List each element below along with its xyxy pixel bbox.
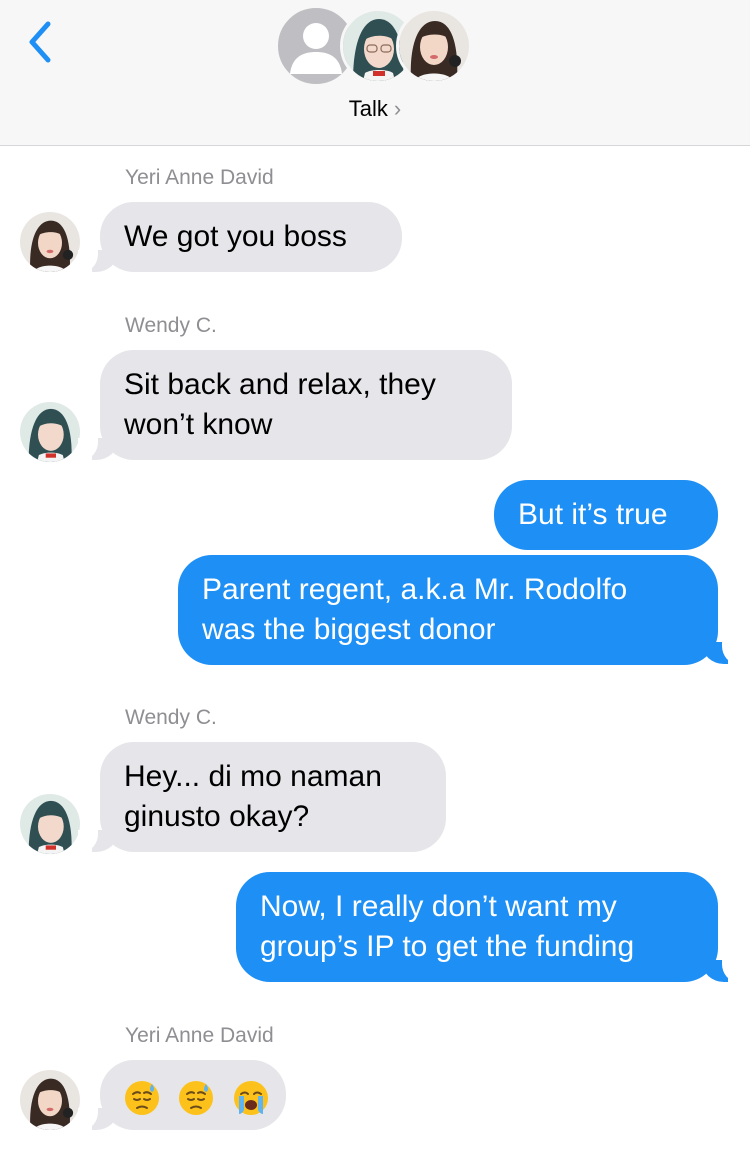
group-avatars[interactable] [276,6,476,88]
message-text-line: Parent regent, a.k.a Mr. Rodolfo [202,573,628,606]
incoming-message[interactable]: We got you boss [100,202,402,272]
avatar-yeri [20,1070,80,1130]
outgoing-message[interactable]: Parent regent, a.k.a Mr. Rodolfo was the… [178,555,718,665]
chevron-right-icon: › [393,96,402,121]
message-text-line: won’t know [124,408,273,441]
outgoing-message[interactable]: But it’s true [494,480,718,550]
message-text-line: group’s IP to get the funding [260,930,635,963]
sender-name: Wendy C. [125,314,217,337]
message-text: But it’s true [518,498,668,531]
incoming-message[interactable]: Sit back and relax, they won’t know [100,350,512,460]
sender-name: Yeri Anne David [125,1024,274,1047]
conversation-header: Talk › [0,0,750,146]
downcast-sweat-emoji-icon [179,1081,214,1116]
message-text-line: Now, I really don’t want my [260,890,617,923]
member-avatar-yeri [396,8,472,84]
message-text-line: Hey... di mo naman [124,760,382,793]
avatar-wendy [20,402,80,462]
incoming-message[interactable]: Hey... di mo naman ginusto okay? [100,742,446,852]
message-text-line: was the biggest donor [202,613,496,646]
loudly-crying-emoji-icon [233,1081,268,1116]
message-text-line: Sit back and relax, they [124,368,436,401]
message-text: We got you boss [124,220,347,253]
conversation-title[interactable]: Talk › [0,96,750,122]
avatar-yeri [20,212,80,272]
back-button[interactable] [20,18,60,66]
sender-name: Wendy C. [125,706,217,729]
message-text-line: ginusto okay? [124,800,310,833]
downcast-sweat-emoji-icon [125,1081,159,1116]
sender-name: Yeri Anne David [125,166,274,189]
outgoing-message[interactable]: Now, I really don’t want my group’s IP t… [236,872,718,982]
incoming-message[interactable] [100,1060,286,1130]
avatar-wendy [20,794,80,854]
chevron-left-icon [29,21,51,63]
conversation-title-label: Talk [348,96,388,121]
